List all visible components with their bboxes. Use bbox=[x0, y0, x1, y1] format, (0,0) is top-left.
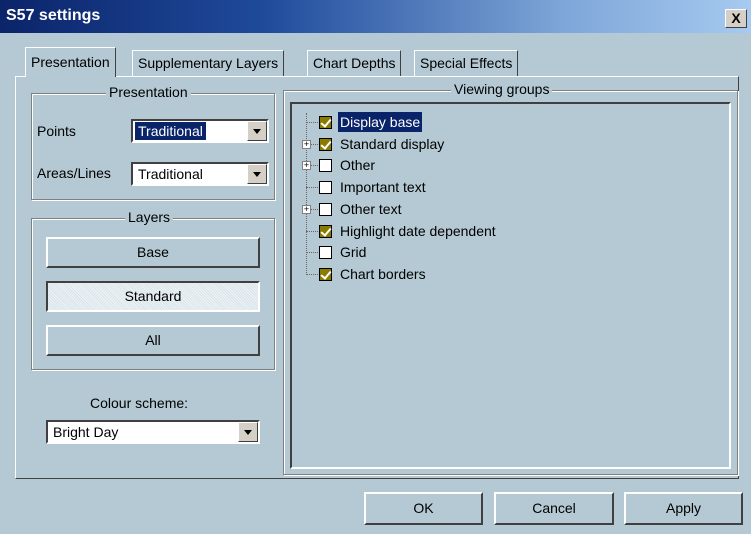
points-label: Points bbox=[37, 123, 76, 139]
tree-item-label: Standard display bbox=[340, 135, 445, 152]
points-selected-value: Traditional bbox=[135, 122, 206, 140]
checkbox[interactable] bbox=[319, 159, 332, 173]
checkbox[interactable] bbox=[319, 137, 332, 151]
standard-layer-button[interactable]: Standard bbox=[46, 281, 260, 312]
areas-lines-selected-value: Traditional bbox=[138, 166, 203, 182]
tree-item[interactable]: Chart borders bbox=[292, 264, 712, 286]
areas-lines-label: Areas/Lines bbox=[37, 165, 111, 181]
tree-connector-line bbox=[306, 187, 320, 189]
tree-item-label: Other bbox=[340, 157, 376, 174]
checkbox[interactable] bbox=[319, 181, 332, 195]
expand-plus-icon[interactable]: + bbox=[302, 139, 311, 149]
tree-connector-line bbox=[306, 122, 320, 123]
checkbox[interactable] bbox=[319, 116, 332, 129]
expand-plus-icon[interactable]: + bbox=[302, 161, 311, 171]
tree-connector-line bbox=[306, 273, 320, 275]
tree-item-label: Chart borders bbox=[340, 265, 426, 282]
presentation-legend: Presentation bbox=[106, 84, 191, 100]
chevron-down-icon[interactable] bbox=[238, 422, 258, 442]
checkbox[interactable] bbox=[319, 202, 332, 216]
tree-connector-line bbox=[306, 230, 320, 232]
tree-connector-line bbox=[306, 252, 320, 254]
chevron-down-icon[interactable] bbox=[247, 164, 267, 184]
chevron-down-icon[interactable] bbox=[247, 121, 267, 141]
all-layers-button[interactable]: All bbox=[46, 325, 260, 356]
tab-chart-depths[interactable]: Chart Depths bbox=[307, 50, 402, 76]
tree-item[interactable]: + Other bbox=[292, 155, 712, 177]
checkbox[interactable] bbox=[319, 246, 332, 260]
window-title: S57 settings bbox=[6, 7, 101, 24]
tree-item[interactable]: + Other text bbox=[292, 199, 712, 221]
tree-item-label: Highlight date dependent bbox=[340, 222, 496, 239]
tree-item[interactable]: Grid bbox=[292, 242, 712, 264]
layers-legend: Layers bbox=[125, 209, 174, 225]
cancel-button[interactable]: Cancel bbox=[494, 492, 614, 525]
apply-button[interactable]: Apply bbox=[624, 492, 743, 525]
ok-button[interactable]: OK bbox=[364, 492, 483, 525]
tree-item-label: Display base bbox=[338, 112, 423, 132]
expand-plus-icon[interactable]: + bbox=[302, 204, 311, 214]
close-icon: X bbox=[731, 10, 741, 26]
tree-item[interactable]: Highlight date dependent bbox=[292, 221, 712, 243]
colour-scheme-selected-value: Bright Day bbox=[53, 424, 119, 440]
areas-lines-select[interactable]: Traditional bbox=[131, 162, 269, 186]
tree-item-label: Important text bbox=[340, 179, 426, 196]
base-layer-button[interactable]: Base bbox=[46, 237, 260, 268]
tab-special-effects[interactable]: Special Effects bbox=[414, 50, 519, 76]
viewing-groups-legend: Viewing groups bbox=[451, 81, 553, 97]
tree-item[interactable]: + Standard display bbox=[292, 134, 712, 156]
tree-item[interactable]: Important text bbox=[292, 177, 712, 199]
tab-presentation[interactable]: Presentation bbox=[25, 47, 116, 77]
tree-item-label: Other text bbox=[340, 200, 402, 217]
viewing-groups-tree[interactable]: Display base + Standard display + Other Impor… bbox=[290, 102, 731, 469]
presentation-group: Presentation Points Traditional Areas/Li… bbox=[31, 84, 275, 200]
checkbox[interactable] bbox=[319, 224, 332, 238]
s57-settings-dialog: S57 settings X Presentation Supplementar… bbox=[0, 0, 751, 534]
tree-item-label: Grid bbox=[340, 244, 367, 261]
colour-scheme-label: Colour scheme: bbox=[90, 395, 189, 411]
points-select[interactable]: Traditional bbox=[131, 119, 269, 143]
tree-item[interactable]: Display base bbox=[292, 112, 712, 134]
colour-scheme-select[interactable]: Bright Day bbox=[46, 420, 260, 444]
checkbox[interactable] bbox=[319, 267, 332, 281]
title-bar[interactable]: S57 settings X bbox=[0, 0, 751, 33]
tab-supplementary-layers[interactable]: Supplementary Layers bbox=[132, 50, 285, 76]
close-button[interactable]: X bbox=[725, 9, 747, 28]
